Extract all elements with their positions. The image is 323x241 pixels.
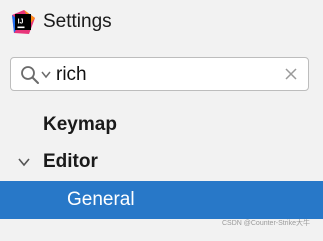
tree-item-label: Keymap [43,114,117,135]
clear-search-icon[interactable] [284,67,298,81]
settings-search-field[interactable]: rich [10,57,309,91]
chevron-down-icon[interactable] [17,157,31,167]
intellij-idea-logo-icon: IJ [12,10,35,34]
search-input[interactable]: rich [56,64,87,86]
search-history-dropdown-icon[interactable] [41,71,51,79]
svg-text:IJ: IJ [18,19,24,26]
search-icon[interactable] [20,65,40,85]
tree-item-editor[interactable]: Editor [0,144,323,180]
tree-item-label: General [67,189,135,210]
tree-item-general[interactable]: General [0,181,323,219]
window-title: Settings [43,11,112,32]
tree-item-label: Editor [43,151,98,172]
watermark: CSDN @Counter-Strike大牛 [221,220,310,227]
title-bar: IJ Settings [0,0,323,46]
tree-item-keymap[interactable]: Keymap [0,107,323,143]
